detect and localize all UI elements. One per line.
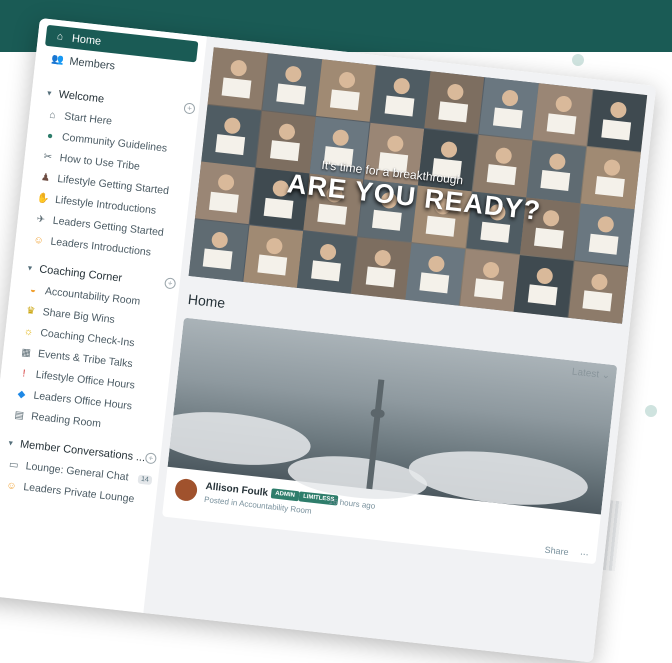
megaphone-icon: ◒: [29, 284, 37, 296]
channel-item[interactable]: ☺ Leaders Introductions: [31, 233, 152, 258]
app-window: ⌂ Home 👥 Members ▼ Welcome + ⌂ Start Here ● Co…: [0, 18, 657, 663]
post-card[interactable]: Latest ⌄ Allison Foulk ADMIN LIMITLESS 1…: [162, 317, 618, 565]
channel-label: Lounge: General Chat: [25, 460, 130, 484]
caret-down-icon: ▼: [45, 89, 54, 98]
channel-item[interactable]: ▤ Reading Room: [12, 408, 102, 430]
unread-count-badge: 14: [137, 474, 153, 486]
channel-label: Leaders Office Hours: [32, 389, 133, 413]
collage-photo: [261, 53, 322, 116]
channel-label: How to Use Tribe: [59, 152, 141, 173]
channel-item[interactable]: ◒ Accountability Room: [26, 283, 141, 308]
collage-photo: [351, 236, 412, 300]
channel-item[interactable]: ◆ Leaders Office Hours: [14, 388, 133, 413]
page-title: Home: [187, 290, 227, 311]
section-title: Member Conversations ...: [19, 438, 146, 465]
collage-photo: [586, 89, 647, 152]
lightbulb-icon: ☼: [23, 325, 34, 338]
channel-label: Start Here: [63, 110, 113, 128]
channel-item[interactable]: ☺ Leaders Private Lounge: [4, 479, 135, 506]
post-time: 16 hours ago: [328, 496, 376, 511]
exclamation-icon: !: [21, 367, 26, 379]
decor-dot: [572, 54, 584, 66]
globe-icon: ●: [46, 130, 54, 142]
more-options-button[interactable]: ...: [580, 547, 590, 559]
channel-item[interactable]: ♛ Share Big Wins: [23, 304, 116, 326]
channel-label: Lifestyle Office Hours: [35, 368, 136, 392]
diamond-icon: ◆: [17, 388, 27, 401]
main-content: It's time for a breakthrough ARE YOU REA…: [143, 36, 657, 663]
collage-photo: [201, 104, 262, 167]
calendar-icon: ▦: [20, 346, 32, 359]
decor-dot: [645, 405, 657, 417]
channel-item[interactable]: ⌂ Start Here: [45, 108, 113, 127]
home-icon: ⌂: [56, 31, 64, 43]
chat-icon: ▭: [8, 458, 20, 471]
channel-label: Lifestyle Introductions: [54, 193, 157, 217]
nav-home-label: Home: [71, 32, 102, 48]
channel-item[interactable]: ✂ How to Use Tribe: [40, 150, 140, 173]
collage-photo: [472, 134, 533, 197]
channel-item[interactable]: ▭ Lounge: General Chat: [6, 458, 130, 484]
avatar[interactable]: [173, 477, 199, 503]
smile-icon: ☺: [32, 234, 45, 247]
runner-icon: ♟: [40, 171, 51, 184]
channel-label: Share Big Wins: [42, 306, 116, 326]
collage-photo: [370, 65, 431, 128]
channel-item[interactable]: ▦ Events & Tribe Talks: [19, 346, 134, 371]
wave-icon: ✋: [36, 192, 51, 205]
section-title: Welcome: [57, 88, 105, 106]
collage-photo: [567, 260, 628, 324]
collage-photo: [405, 242, 466, 306]
trophy-icon: ♛: [25, 304, 36, 317]
channel-item[interactable]: ✋ Lifestyle Introductions: [36, 192, 157, 217]
channel-label: Coaching Check-Ins: [39, 326, 136, 350]
caret-down-icon: ▼: [6, 439, 15, 448]
caret-down-icon: ▼: [26, 264, 34, 273]
collage-photo: [188, 218, 249, 282]
add-channel-icon[interactable]: +: [164, 277, 177, 290]
tag-admin: ADMIN: [270, 488, 300, 502]
collage-photo: [478, 77, 539, 140]
channel-label: Reading Room: [30, 410, 102, 431]
nav-members-label: Members: [68, 55, 116, 72]
channel-label: Leaders Private Lounge: [22, 481, 135, 506]
channel-label: Leaders Introductions: [49, 235, 152, 259]
collage-photo: [459, 248, 520, 312]
members-icon: 👥: [50, 53, 65, 66]
hero-banner: It's time for a breakthrough ARE YOU REA…: [188, 47, 648, 324]
channel-label: Lifestyle Getting Started: [56, 172, 170, 198]
collage-photo: [255, 110, 316, 173]
add-channel-icon[interactable]: +: [144, 452, 157, 465]
collage-photo: [574, 203, 635, 267]
channel-label: Events & Tribe Talks: [37, 347, 134, 371]
tools-icon: ✂: [43, 150, 53, 163]
collage-photo: [296, 230, 357, 294]
collage-photo: [242, 224, 303, 288]
collage-photo: [315, 59, 376, 122]
section-title: Coaching Corner: [38, 263, 123, 285]
collage-photo: [580, 146, 641, 209]
collage-photo: [513, 254, 574, 318]
house-icon: ⌂: [48, 109, 57, 121]
collage-photo: [424, 71, 485, 134]
collage-photo: [207, 47, 268, 110]
plane-icon: ✈: [36, 213, 46, 226]
share-button[interactable]: Share: [544, 545, 569, 558]
collage-photo: [526, 140, 587, 203]
channel-label: Community Guidelines: [61, 131, 168, 155]
collage-photo: [532, 83, 593, 146]
channel-label: Accountability Room: [44, 285, 141, 308]
book-icon: ▤: [13, 409, 25, 422]
channel-item[interactable]: ● Community Guidelines: [43, 129, 168, 155]
channel-item[interactable]: ☼ Coaching Check-Ins: [21, 325, 136, 350]
chevron-down-icon: ⌄: [601, 369, 611, 382]
smile-icon: ☺: [5, 479, 18, 492]
collage-photo: [194, 161, 255, 225]
add-channel-icon[interactable]: +: [183, 102, 196, 115]
channel-item[interactable]: ! Lifestyle Office Hours: [16, 367, 136, 392]
channel-label: Leaders Getting Started: [52, 214, 165, 239]
